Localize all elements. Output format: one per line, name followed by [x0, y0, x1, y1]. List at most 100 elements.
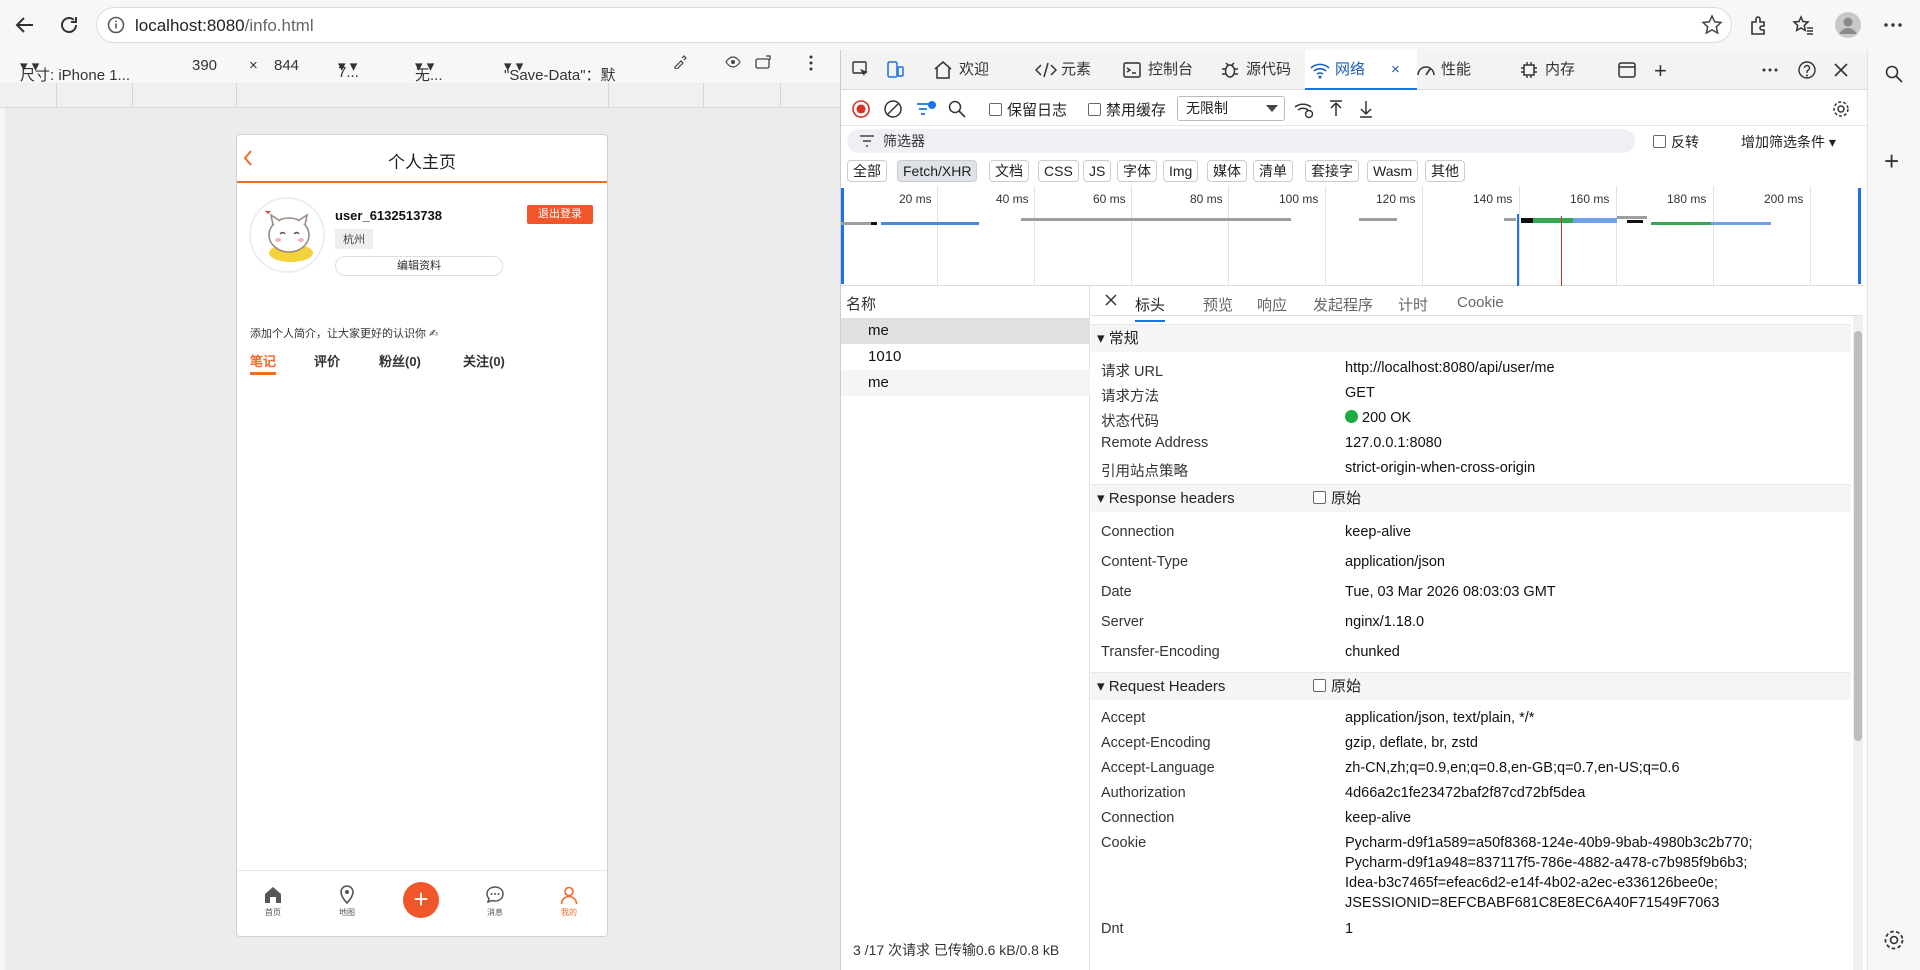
network-conditions-icon[interactable] — [1293, 99, 1315, 119]
filter-input[interactable]: 筛选器 — [847, 129, 1635, 153]
type-media[interactable]: 媒体 — [1207, 160, 1247, 182]
filter-toggle-icon[interactable] — [915, 99, 937, 119]
tab-followers[interactable]: 粉丝(0) — [379, 351, 421, 370]
request-raw-checkbox[interactable]: 原始 — [1313, 673, 1361, 701]
name-column-header[interactable]: 名称 — [846, 293, 876, 314]
tab-notes[interactable]: 笔记 — [250, 351, 276, 370]
disable-cache-checkbox[interactable]: 禁用缓存 — [1088, 99, 1166, 120]
type-doc[interactable]: 文档 — [989, 160, 1029, 182]
clear-icon[interactable] — [883, 99, 903, 119]
inspect-element-icon[interactable] — [851, 60, 871, 80]
type-img[interactable]: Img — [1163, 160, 1199, 182]
resource-type-filters: 全部 Fetch/XHR 文档 CSS JS 字体 Img 媒体 清单 套接字 … — [841, 156, 1867, 186]
profile-avatar-icon[interactable] — [1833, 10, 1863, 40]
browser-sidebar: + — [1867, 50, 1920, 970]
zoom-select[interactable]: 7... ▾ ▾ — [338, 57, 359, 81]
tab-welcome[interactable]: 欢迎 — [929, 50, 989, 90]
tab-cookie[interactable]: Cookie — [1457, 294, 1504, 311]
response-raw-checkbox[interactable]: 原始 — [1313, 485, 1361, 513]
edit-profile-button[interactable]: 编辑资料 — [335, 256, 503, 276]
favorites-icon[interactable] — [1788, 10, 1818, 40]
vision-deficiency-icon[interactable] — [725, 55, 741, 69]
help-icon[interactable] — [1797, 60, 1817, 80]
export-har-icon[interactable] — [1357, 99, 1375, 119]
more-filters-dropdown[interactable]: 增加筛选条件 ▾ — [1741, 132, 1836, 152]
close-devtools-icon[interactable] — [1831, 60, 1851, 80]
network-timeline-overview[interactable]: 20 ms 40 ms 60 ms 80 ms 100 ms 120 ms 14… — [841, 186, 1863, 286]
device-bar-more-icon[interactable] — [808, 55, 814, 71]
avatar[interactable] — [249, 197, 325, 273]
save-data-select[interactable]: "Save-Data"：默 ▾ ▾ — [504, 57, 616, 84]
tab-performance[interactable]: 性能 — [1411, 50, 1471, 90]
rotate-device-icon[interactable] — [754, 54, 774, 72]
network-throttle-select[interactable]: 无... ▾ ▾ — [415, 57, 443, 84]
nav-home[interactable]: 首页 — [253, 885, 293, 918]
request-headers-section-header[interactable]: ▾ Request Headers 原始 — [1091, 672, 1851, 700]
tab-sources[interactable]: 源代码 — [1216, 50, 1291, 90]
device-toolbar-icon[interactable] — [885, 60, 905, 80]
nav-messages[interactable]: 消息 — [475, 885, 515, 918]
tab-initiator[interactable]: 发起程序 — [1313, 294, 1373, 315]
scrollbar-thumb[interactable] — [1854, 331, 1862, 741]
add-post-button[interactable]: + — [403, 882, 439, 918]
extensions-icon[interactable] — [1743, 10, 1773, 40]
devtools-more-icon[interactable] — [1761, 60, 1779, 80]
record-icon[interactable] — [851, 99, 871, 119]
type-css[interactable]: CSS — [1038, 160, 1079, 182]
close-detail-icon[interactable] — [1103, 292, 1119, 308]
tab-memory[interactable]: 内存 — [1515, 50, 1575, 90]
sidebar-settings-gear-icon[interactable] — [1882, 928, 1906, 952]
request-row[interactable]: me — [841, 370, 1090, 396]
request-row[interactable]: 1010 — [841, 344, 1090, 370]
response-headers-section-header[interactable]: ▾ Response headers 原始 — [1091, 484, 1851, 512]
search-icon[interactable] — [947, 99, 967, 119]
device-select[interactable]: 尺寸: iPhone 1... ▾ ▾ — [20, 57, 130, 84]
viewport-width-input[interactable]: 390 — [192, 57, 217, 74]
address-bar[interactable]: localhost:8080/info.html — [96, 7, 1732, 43]
throttle-select[interactable]: 无限制 — [1177, 96, 1285, 121]
tab-following[interactable]: 关注(0) — [463, 351, 505, 370]
viewport-height-input[interactable]: 844 — [274, 57, 299, 74]
type-wasm[interactable]: Wasm — [1367, 160, 1419, 182]
network-settings-gear-icon[interactable] — [1831, 99, 1851, 119]
invert-checkbox[interactable]: 反转 — [1653, 132, 1699, 152]
preserve-log-checkbox[interactable]: 保留日志 — [989, 99, 1067, 120]
request-row[interactable]: me — [841, 318, 1090, 344]
tab-response[interactable]: 响应 — [1257, 294, 1287, 315]
tab-reviews[interactable]: 评价 — [314, 351, 340, 370]
general-section-header[interactable]: ▾ 常规 — [1091, 324, 1851, 352]
import-har-icon[interactable] — [1327, 99, 1345, 119]
back-arrow-icon[interactable] — [10, 10, 40, 40]
eyedropper-icon[interactable] — [673, 55, 687, 69]
nav-map[interactable]: 地图 — [327, 885, 367, 918]
nav-mine[interactable]: 我的 — [549, 885, 589, 918]
tab-console[interactable]: 控制台 — [1118, 50, 1193, 90]
detail-scrollbar[interactable] — [1853, 316, 1863, 970]
sidebar-search-icon[interactable] — [1884, 64, 1904, 84]
type-all[interactable]: 全部 — [847, 160, 887, 182]
type-manifest[interactable]: 清单 — [1253, 160, 1293, 182]
sidebar-add-icon[interactable]: + — [1884, 146, 1899, 177]
favorite-star-icon[interactable] — [1701, 14, 1723, 36]
tab-preview[interactable]: 预览 — [1203, 294, 1233, 315]
phone-screen: 个人主页 user_6132513738 杭州 编辑资料 退出登录 添加个人简介… — [236, 134, 608, 937]
user-icon — [560, 886, 578, 905]
more-menu-icon[interactable] — [1878, 10, 1908, 40]
type-socket[interactable]: 套接字 — [1305, 160, 1359, 182]
type-font[interactable]: 字体 — [1117, 160, 1157, 182]
logout-button[interactable]: 退出登录 — [527, 205, 593, 224]
add-tab-icon[interactable]: + — [1654, 58, 1667, 84]
close-network-tab-icon[interactable]: × — [1391, 50, 1400, 90]
site-info-icon[interactable] — [107, 16, 125, 34]
tab-network[interactable]: 网络 × — [1305, 50, 1417, 90]
tab-timing[interactable]: 计时 — [1398, 294, 1428, 315]
type-fetch-xhr[interactable]: Fetch/XHR — [897, 160, 978, 182]
tab-elements[interactable]: 元素 — [1031, 50, 1091, 90]
filter-placeholder: 筛选器 — [883, 133, 925, 149]
type-js[interactable]: JS — [1083, 160, 1112, 182]
dock-panel-icon[interactable] — [1617, 60, 1637, 80]
profile-intro[interactable]: 添加个人简介，让大家更好的认识你 ✍ — [250, 325, 438, 341]
type-other[interactable]: 其他 — [1425, 160, 1465, 182]
tab-headers[interactable]: 标头 — [1135, 294, 1166, 322]
refresh-icon[interactable] — [54, 10, 84, 40]
